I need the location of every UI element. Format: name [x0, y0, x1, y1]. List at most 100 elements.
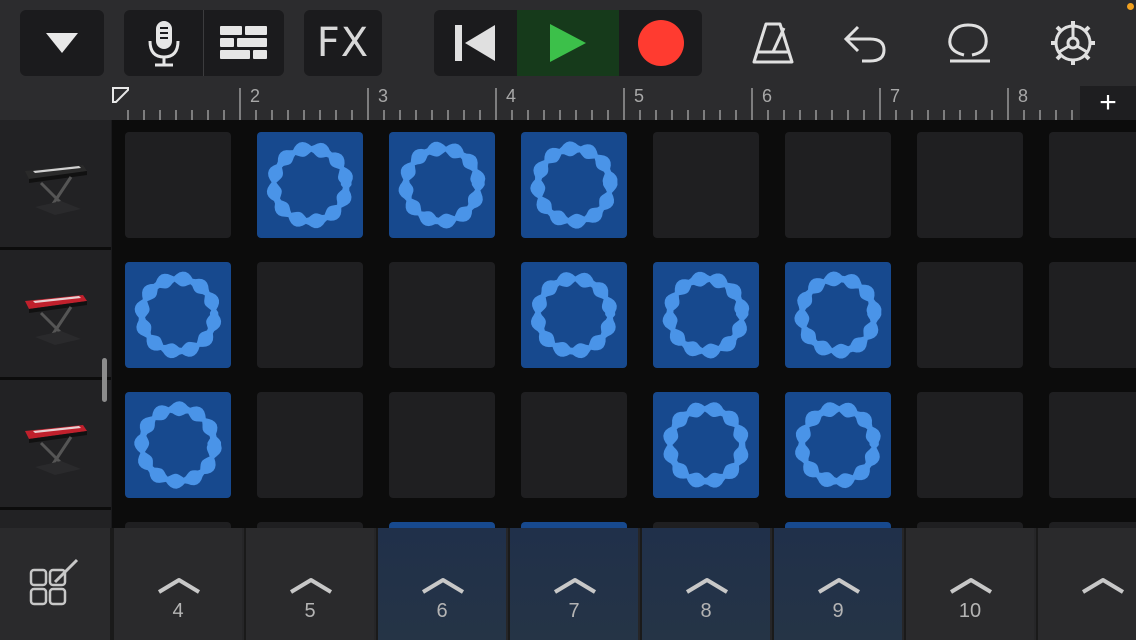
- bar-number: 4: [506, 86, 517, 106]
- loop-cell[interactable]: [785, 262, 891, 368]
- status-indicator: [1127, 3, 1134, 10]
- empty-cell[interactable]: [1049, 392, 1136, 498]
- waveform-ring-icon: [530, 141, 618, 229]
- bar-number: 3: [378, 86, 389, 106]
- empty-cell[interactable]: [521, 392, 627, 498]
- column-trigger[interactable]: 8: [640, 528, 770, 640]
- view-toggle-button[interactable]: [204, 10, 284, 76]
- waveform-ring-icon: [531, 272, 617, 359]
- bar-number: 6: [762, 86, 773, 106]
- keyboard-icon: [24, 164, 87, 215]
- transport-controls: [434, 10, 702, 76]
- ruler-corner: [0, 86, 112, 120]
- chevron-up-icon: [553, 578, 597, 594]
- top-toolbar: FX: [0, 0, 1136, 86]
- edit-cells-button[interactable]: [0, 528, 112, 640]
- chevron-up-icon: [685, 578, 729, 594]
- microphone-button[interactable]: [124, 10, 203, 76]
- keyboard-icon: [24, 424, 87, 475]
- scroll-indicator[interactable]: [102, 358, 107, 402]
- loop-cell[interactable]: [785, 392, 891, 498]
- loop-cell[interactable]: [125, 392, 231, 498]
- loop-start-marker[interactable]: [112, 87, 129, 103]
- waveform-ring-icon: [662, 271, 750, 359]
- chevron-down-icon: [46, 33, 78, 53]
- waveform-ring-icon: [134, 401, 222, 489]
- track-header-1[interactable]: [0, 120, 111, 250]
- chevron-up-icon: [157, 578, 201, 594]
- column-number: 7: [568, 600, 580, 622]
- column-trigger[interactable]: 7: [508, 528, 638, 640]
- chevron-up-icon: [289, 578, 333, 594]
- record-icon: [638, 20, 684, 66]
- empty-cell[interactable]: [389, 392, 495, 498]
- waveform-ring-icon: [266, 142, 353, 229]
- column-trigger[interactable]: [1036, 528, 1136, 640]
- empty-cell[interactable]: [125, 132, 231, 238]
- waveform-ring-icon: [134, 271, 222, 359]
- fx-button[interactable]: FX: [304, 10, 382, 76]
- waveform-ring-icon: [398, 141, 486, 229]
- record-button[interactable]: [620, 10, 702, 76]
- loop-cell[interactable]: [653, 262, 759, 368]
- empty-cell[interactable]: [917, 392, 1023, 498]
- loop-cell[interactable]: [125, 262, 231, 368]
- settings-button[interactable]: [1040, 10, 1106, 76]
- track-header-4[interactable]: [0, 510, 111, 528]
- edit-cells-icon: [29, 558, 79, 606]
- empty-cell[interactable]: [785, 132, 891, 238]
- chevron-up-icon: [817, 578, 861, 594]
- empty-cell[interactable]: [1049, 132, 1136, 238]
- loop-icon: [948, 23, 990, 63]
- undo-icon: [843, 25, 886, 63]
- loop-cell[interactable]: [521, 132, 627, 238]
- column-trigger-bar: 4 5 6 7 8 9 10: [0, 528, 1136, 640]
- metronome-button[interactable]: [740, 10, 806, 76]
- waveform-ring-icon: [663, 402, 749, 488]
- empty-cell[interactable]: [389, 262, 495, 368]
- chevron-up-icon: [949, 578, 993, 594]
- timeline-ruler[interactable]: 2 3 4 5 6 7 8: [112, 86, 1080, 120]
- empty-cell[interactable]: [257, 262, 363, 368]
- bar-number: 8: [1018, 86, 1029, 106]
- column-number: 4: [172, 600, 184, 622]
- column-trigger[interactable]: 6: [376, 528, 506, 640]
- loop-cell[interactable]: [653, 392, 759, 498]
- loop-cell[interactable]: [389, 132, 495, 238]
- loop-cell[interactable]: [257, 132, 363, 238]
- column-trigger[interactable]: 10: [904, 528, 1034, 640]
- empty-cell[interactable]: [917, 132, 1023, 238]
- waveform-ring-icon: [794, 271, 882, 359]
- microphone-icon: [148, 21, 179, 67]
- input-group: [124, 10, 284, 76]
- bar-number: 2: [250, 86, 261, 106]
- gear-icon: [1051, 21, 1095, 65]
- track-header-2[interactable]: [0, 250, 111, 380]
- play-button[interactable]: [517, 10, 619, 76]
- fx-label: FX: [316, 20, 370, 66]
- empty-cell[interactable]: [653, 132, 759, 238]
- track-headers: [0, 120, 112, 528]
- loop-cell[interactable]: [521, 262, 627, 368]
- empty-cell[interactable]: [257, 392, 363, 498]
- bar-number: 7: [890, 86, 901, 106]
- tracks-view-icon: [220, 26, 267, 59]
- column-trigger[interactable]: 4: [112, 528, 242, 640]
- column-trigger[interactable]: 9: [772, 528, 902, 640]
- column-number: 10: [958, 600, 982, 622]
- loops-button[interactable]: [936, 10, 1002, 76]
- rewind-button[interactable]: [434, 10, 516, 76]
- metronome-icon: [752, 22, 794, 64]
- column-number: 6: [436, 600, 448, 622]
- track-header-3[interactable]: [0, 380, 111, 510]
- column-number: 5: [304, 600, 316, 622]
- tracks-menu-button[interactable]: [20, 10, 104, 76]
- add-section-button[interactable]: +: [1080, 86, 1136, 120]
- empty-cell[interactable]: [917, 262, 1023, 368]
- play-icon: [550, 24, 586, 62]
- column-trigger[interactable]: 5: [244, 528, 374, 640]
- empty-cell[interactable]: [1049, 262, 1136, 368]
- skip-back-icon: [455, 25, 495, 61]
- undo-button[interactable]: [832, 10, 898, 76]
- keyboard-icon: [24, 294, 87, 345]
